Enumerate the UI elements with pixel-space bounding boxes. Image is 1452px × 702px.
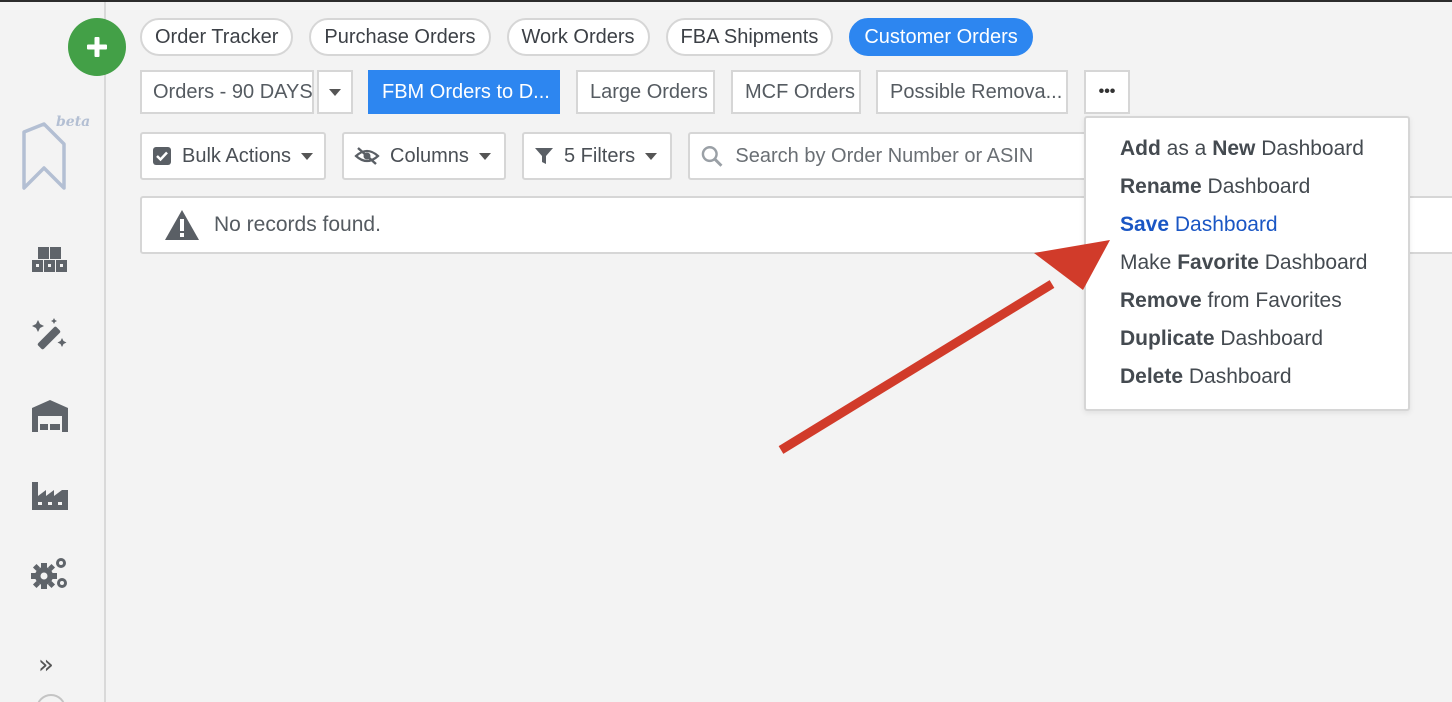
dashboard-mcf-orders[interactable]: MCF Orders <box>731 70 861 114</box>
top-tabs: Order Tracker Purchase Orders Work Order… <box>140 18 1033 56</box>
menu-item-text: Favorite <box>1177 251 1259 274</box>
dashboard-view-select[interactable]: Orders - 90 DAYS <box>140 70 314 114</box>
user-avatar[interactable] <box>36 694 66 702</box>
menu-item-text: Dashboard <box>1214 327 1324 350</box>
alert-message: No records found. <box>214 213 381 236</box>
filter-icon <box>535 148 553 164</box>
menu-item-text: Dashboard <box>1169 213 1278 236</box>
columns-button[interactable]: Columns <box>342 132 506 180</box>
settings-icon[interactable] <box>28 550 72 594</box>
dashboard-options-menu: Add as a New Dashboard Rename Dashboard Sa… <box>1084 116 1410 411</box>
bulk-actions-button[interactable]: Bulk Actions <box>140 132 326 180</box>
tab-customer-orders[interactable]: Customer Orders <box>849 18 1033 56</box>
menu-item-save-dashboard[interactable]: Save Dashboard <box>1086 206 1408 244</box>
menu-item-text: Rename <box>1120 175 1202 198</box>
more-dashboards-button[interactable]: ••• <box>1084 70 1130 114</box>
bulk-actions-label: Bulk Actions <box>182 144 291 167</box>
columns-label: Columns <box>390 144 469 167</box>
factory-icon[interactable] <box>28 472 72 516</box>
dashboard-fbm-orders[interactable]: FBM Orders to D... <box>368 70 560 114</box>
menu-item-text: Add <box>1120 137 1161 160</box>
beta-badge: beta <box>56 114 91 130</box>
dashboard-possible-removals[interactable]: Possible Remova... <box>876 70 1068 114</box>
search-box <box>688 132 1108 180</box>
add-button[interactable] <box>68 18 126 76</box>
eye-slash-icon <box>354 147 380 165</box>
warehouse-icon[interactable] <box>28 394 72 438</box>
menu-item-text: from Favorites <box>1201 289 1342 312</box>
menu-item-make-favorite-dashboard[interactable]: Make Favorite Dashboard <box>1086 244 1408 282</box>
menu-item-text: Duplicate <box>1120 327 1215 350</box>
search-icon <box>701 146 723 167</box>
menu-item-text: Make <box>1120 251 1178 274</box>
caret-down-icon <box>478 152 491 160</box>
top-border <box>0 0 1452 2</box>
tab-fba-shipments[interactable]: FBA Shipments <box>665 18 834 56</box>
tab-work-orders[interactable]: Work Orders <box>506 18 650 56</box>
expand-sidebar-button[interactable]: » <box>38 650 54 680</box>
caret-down-icon <box>300 152 313 160</box>
dashboard-view-label: Orders - 90 DAYS <box>153 80 313 103</box>
menu-item-text: Dashboard <box>1201 175 1311 198</box>
caret-down-icon <box>329 88 341 96</box>
warning-icon <box>165 210 199 240</box>
sidebar: beta » <box>0 2 126 702</box>
menu-item-text: Dashboard <box>1255 137 1364 160</box>
inventory-icon[interactable] <box>28 238 72 282</box>
menu-item-text: Remove <box>1120 289 1202 312</box>
menu-item-text: Delete <box>1120 365 1184 388</box>
menu-item-text: Save <box>1120 213 1170 236</box>
checkbox-icon <box>153 147 171 165</box>
menu-item-text: as a <box>1160 137 1213 160</box>
dashboard-large-orders[interactable]: Large Orders <box>576 70 715 114</box>
menu-item-remove-from-favorites[interactable]: Remove from Favorites <box>1086 282 1408 320</box>
menu-item-rename-dashboard[interactable]: Rename Dashboard <box>1086 168 1408 206</box>
tab-order-tracker[interactable]: Order Tracker <box>140 18 294 56</box>
filters-button[interactable]: 5 Filters <box>522 132 672 180</box>
plus-icon <box>87 37 107 57</box>
filters-label: 5 Filters <box>564 144 636 167</box>
menu-item-add-new-dashboard[interactable]: Add as a New Dashboard <box>1086 130 1408 168</box>
menu-item-duplicate-dashboard[interactable]: Duplicate Dashboard <box>1086 320 1408 358</box>
app-logo: beta <box>18 114 90 194</box>
search-input[interactable] <box>735 144 1106 168</box>
caret-down-icon <box>645 152 658 160</box>
magic-wand-icon[interactable] <box>28 312 72 356</box>
menu-item-text: Dashboard <box>1258 251 1368 274</box>
menu-item-text: New <box>1212 137 1256 160</box>
menu-item-text: Dashboard <box>1183 365 1292 388</box>
tab-purchase-orders[interactable]: Purchase Orders <box>309 18 491 56</box>
menu-item-delete-dashboard[interactable]: Delete Dashboard <box>1086 358 1408 396</box>
dashboard-view-dropdown-button[interactable] <box>317 70 353 114</box>
